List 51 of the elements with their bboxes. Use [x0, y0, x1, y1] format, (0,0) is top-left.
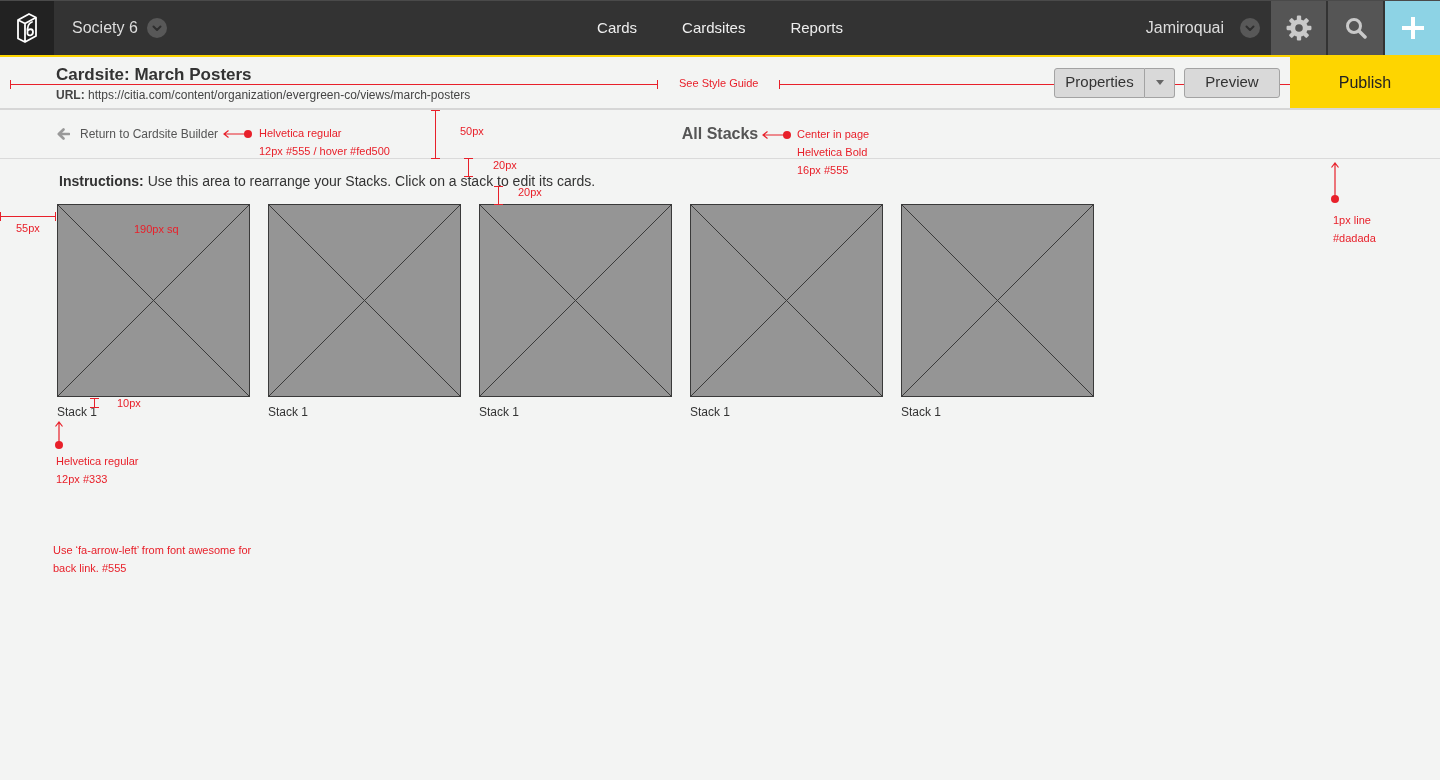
- stack-label: Stack 1: [268, 405, 309, 419]
- leader-arrow: [1330, 162, 1340, 204]
- user-name[interactable]: Jamiroquai: [1145, 16, 1224, 40]
- annotation-label: 20px: [493, 159, 517, 171]
- leader-arrow: [54, 421, 64, 450]
- settings-button[interactable]: [1271, 1, 1326, 55]
- image-placeholder[interactable]: [901, 204, 1094, 397]
- annotation-label: See Style Guide: [679, 77, 759, 89]
- dimension-line: [464, 158, 473, 177]
- image-placeholder[interactable]: [57, 204, 250, 397]
- annotation-label: 10px: [117, 397, 141, 409]
- search-button[interactable]: [1328, 1, 1383, 55]
- instructions-text: Instructions: Use this area to rearrange your Stacks. Click on a stack to edit its cards.: [59, 172, 596, 189]
- dimension-line: [0, 212, 56, 221]
- stack-label: Stack 1: [901, 405, 942, 419]
- back-link[interactable]: Return to Cardsite Builder: [57, 125, 219, 143]
- url-text: URL: https://citia.com/content/organization/evergreen-co/views/march-posters: [56, 87, 471, 103]
- image-placeholder[interactable]: [268, 204, 461, 397]
- organization-name[interactable]: Society 6: [72, 16, 138, 40]
- settings-icon: [1285, 15, 1312, 41]
- annotation-label: Helvetica regular 12px #333: [56, 454, 139, 487]
- leader-arrow: [762, 130, 792, 140]
- dimension-line: [494, 186, 503, 205]
- stack-label: Stack 1: [479, 405, 520, 419]
- stack-label: Stack 1: [690, 405, 731, 419]
- properties-button[interactable]: Properties: [1054, 67, 1145, 98]
- annotation-label: 55px: [16, 222, 40, 234]
- page-title: Cardsite: March Posters: [56, 65, 252, 85]
- plus-icon: [1401, 17, 1424, 39]
- annotation-label: 1px line #dadada: [1333, 213, 1376, 246]
- nav-link[interactable]: Cardsites: [682, 16, 746, 40]
- dropdown-button[interactable]: [1145, 67, 1175, 98]
- leader-arrow: [223, 129, 253, 139]
- nav-link[interactable]: Reports: [790, 16, 843, 40]
- annotation-label: Use ‘fa-arrow-left’ from font awesome for back link. #555: [53, 543, 252, 576]
- image-placeholder[interactable]: [479, 204, 672, 397]
- image-placeholder[interactable]: [690, 204, 883, 397]
- dimension-line: [431, 110, 440, 159]
- section-title: All Stacks: [681, 124, 759, 144]
- search-icon: [1344, 17, 1367, 39]
- annotation-label: Helvetica regular 12px #555 / hover #fed500: [259, 126, 390, 159]
- annotation-label: 190px sq: [134, 222, 179, 237]
- annotation-label: Center in page Helvetica Bold 16px #555: [797, 127, 870, 178]
- annotation-label: 50px: [460, 125, 484, 137]
- publish-button[interactable]: Publish: [1290, 57, 1440, 108]
- logo-icon[interactable]: [14, 11, 40, 45]
- preview-button[interactable]: Preview: [1184, 67, 1280, 98]
- nav-link[interactable]: Cards: [597, 16, 638, 40]
- dimension-line: [90, 398, 99, 408]
- arrow-left-icon: [57, 128, 70, 140]
- annotation-label: 20px: [518, 186, 542, 198]
